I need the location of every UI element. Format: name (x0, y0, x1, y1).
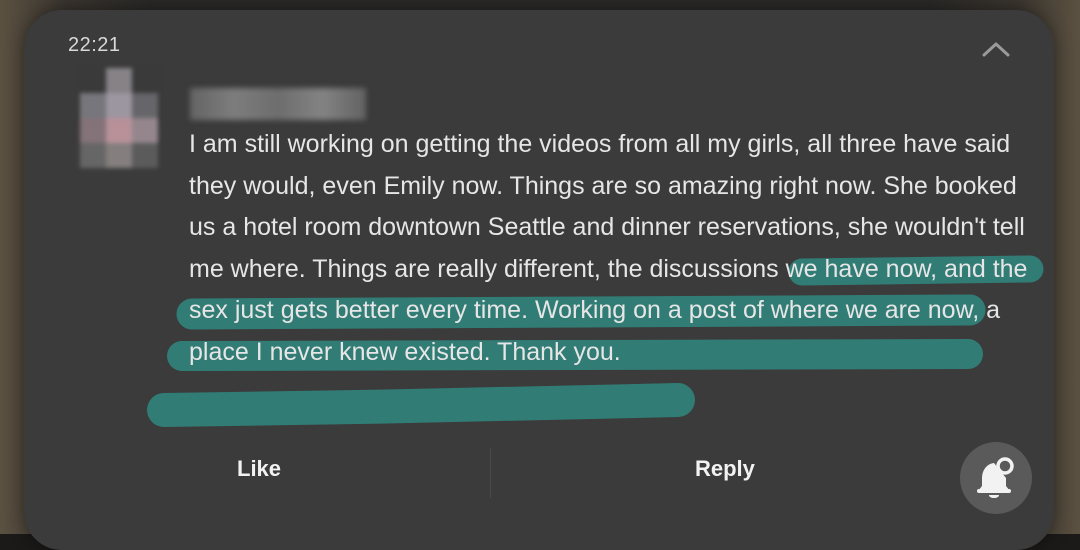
reply-button[interactable]: Reply (695, 456, 755, 482)
avatar (80, 68, 158, 168)
chevron-up-icon[interactable] (980, 37, 1012, 61)
like-button[interactable]: Like (237, 456, 281, 482)
sender-name-redacted (190, 88, 366, 120)
notification-time: 22:21 (68, 34, 121, 56)
notification-message: I am still working on getting the videos… (189, 124, 1034, 374)
action-divider (490, 448, 491, 498)
bell-icon (977, 457, 1014, 498)
message-highlighted-text: Things are really different, the discuss… (189, 254, 1028, 366)
notification-card[interactable]: 22:21 I am still working on getting the … (24, 10, 1054, 550)
notification-settings-button[interactable] (960, 442, 1032, 514)
